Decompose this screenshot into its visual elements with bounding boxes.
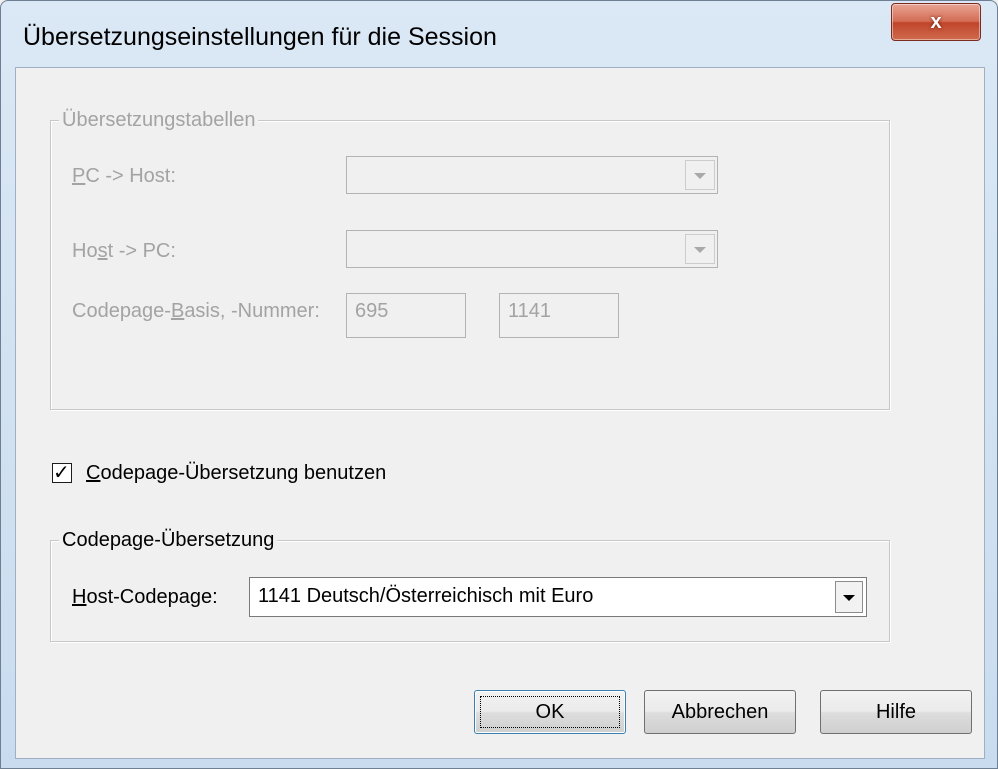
- cancel-button[interactable]: Abbrechen: [644, 690, 796, 734]
- chevron-down-icon[interactable]: [835, 581, 863, 613]
- translation-tables-legend: Übersetzungstabellen: [59, 109, 259, 132]
- use-codepage-label[interactable]: Codepage-Übersetzung benutzen: [86, 462, 386, 485]
- focus-rectangle: [480, 696, 620, 728]
- chevron-down-icon: [685, 234, 715, 264]
- dialog-window: Übersetzungseinstellungen für die Sessio…: [0, 0, 998, 769]
- checkmark-icon: ✓: [53, 462, 70, 484]
- close-button[interactable]: x: [891, 3, 981, 41]
- chevron-down-icon: [685, 160, 715, 190]
- window-title: Übersetzungseinstellungen für die Sessio…: [23, 23, 497, 51]
- host-to-pc-label: Host -> PC:: [72, 240, 176, 262]
- host-codepage-value: 1141 Deutsch/Österreichisch mit Euro: [258, 585, 594, 607]
- host-to-pc-select[interactable]: [346, 230, 718, 268]
- dialog-client-area: Übersetzungstabellen PC -> Host: Host ->…: [15, 67, 985, 759]
- help-button[interactable]: Hilfe: [820, 690, 972, 734]
- pc-to-host-select[interactable]: [346, 156, 718, 194]
- codepage-basis-field[interactable]: 695: [346, 293, 466, 338]
- pc-to-host-label: PC -> Host:: [72, 165, 176, 187]
- close-icon: x: [930, 10, 942, 33]
- codepage-translation-legend: Codepage-Übersetzung: [59, 529, 278, 552]
- use-codepage-checkbox[interactable]: ✓: [52, 462, 72, 484]
- codepage-basis-label: Codepage-Basis, -Nummer:: [72, 300, 320, 322]
- ok-button[interactable]: OK: [474, 690, 626, 734]
- host-codepage-label: Host-Codepage:: [72, 586, 218, 608]
- host-codepage-select[interactable]: 1141 Deutsch/Österreichisch mit Euro: [249, 577, 867, 617]
- codepage-number-field[interactable]: 1141: [499, 293, 619, 338]
